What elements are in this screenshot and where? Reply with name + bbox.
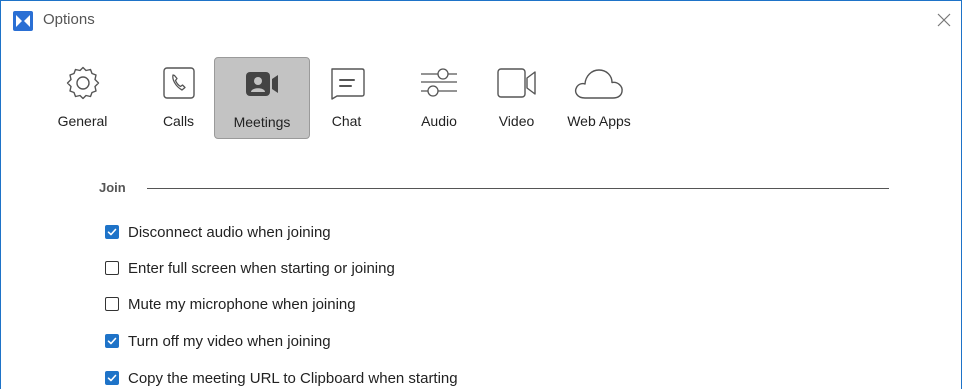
option-label: Enter full screen when starting or joini…	[128, 259, 395, 277]
tab-label: Web Apps	[567, 113, 631, 129]
tab-calls[interactable]: Calls	[143, 57, 214, 139]
option-mute-microphone[interactable]: Mute my microphone when joining	[105, 293, 356, 315]
tab-label: Audio	[421, 113, 457, 129]
checkbox[interactable]	[105, 334, 119, 348]
video-camera-icon	[495, 65, 539, 101]
sliders-icon	[417, 65, 461, 101]
checkmark-icon	[107, 228, 117, 236]
tab-web-apps[interactable]: Web Apps	[557, 57, 641, 139]
tab-video[interactable]: Video	[486, 57, 547, 139]
option-disconnect-audio[interactable]: Disconnect audio when joining	[105, 221, 331, 243]
checkbox[interactable]	[105, 261, 119, 275]
tab-chat[interactable]: Chat	[312, 57, 381, 139]
tab-label: Calls	[162, 113, 195, 129]
title-bar: Options	[1, 1, 961, 41]
chat-bubble-icon	[327, 65, 367, 101]
option-label: Copy the meeting URL to Clipboard when s…	[128, 369, 458, 387]
tab-label: Meetings	[233, 114, 291, 130]
join-section-title: Join	[99, 180, 126, 195]
option-enter-full-screen[interactable]: Enter full screen when starting or joini…	[105, 257, 395, 279]
close-button[interactable]	[931, 7, 957, 33]
close-icon	[937, 13, 951, 27]
tab-general[interactable]: General	[51, 57, 114, 139]
checkmark-icon	[107, 374, 117, 382]
options-toolbar: General Calls Meetings Chat Audio Video …	[51, 57, 641, 139]
section-divider	[147, 188, 889, 189]
option-copy-meeting-url[interactable]: Copy the meeting URL to Clipboard when s…	[105, 367, 458, 389]
option-label: Turn off my video when joining	[128, 332, 331, 350]
option-label: Disconnect audio when joining	[128, 223, 331, 241]
tab-label: General	[57, 113, 108, 129]
meeting-camera-icon	[240, 66, 284, 102]
tab-meetings[interactable]: Meetings	[214, 57, 310, 139]
window-title: Options	[43, 11, 95, 28]
phone-icon	[162, 65, 196, 101]
app-logo-icon	[13, 11, 33, 31]
options-window: Options General Calls Meetings Chat Audi…	[0, 0, 962, 389]
option-label: Mute my microphone when joining	[128, 295, 356, 313]
checkbox[interactable]	[105, 371, 119, 385]
tab-label: Video	[498, 113, 535, 129]
checkbox[interactable]	[105, 297, 119, 311]
option-turn-off-video[interactable]: Turn off my video when joining	[105, 330, 331, 352]
tab-audio[interactable]: Audio	[404, 57, 474, 139]
tab-label: Chat	[331, 113, 362, 129]
cloud-icon	[571, 65, 627, 101]
checkbox[interactable]	[105, 225, 119, 239]
gear-icon	[65, 65, 101, 101]
checkmark-icon	[107, 337, 117, 345]
